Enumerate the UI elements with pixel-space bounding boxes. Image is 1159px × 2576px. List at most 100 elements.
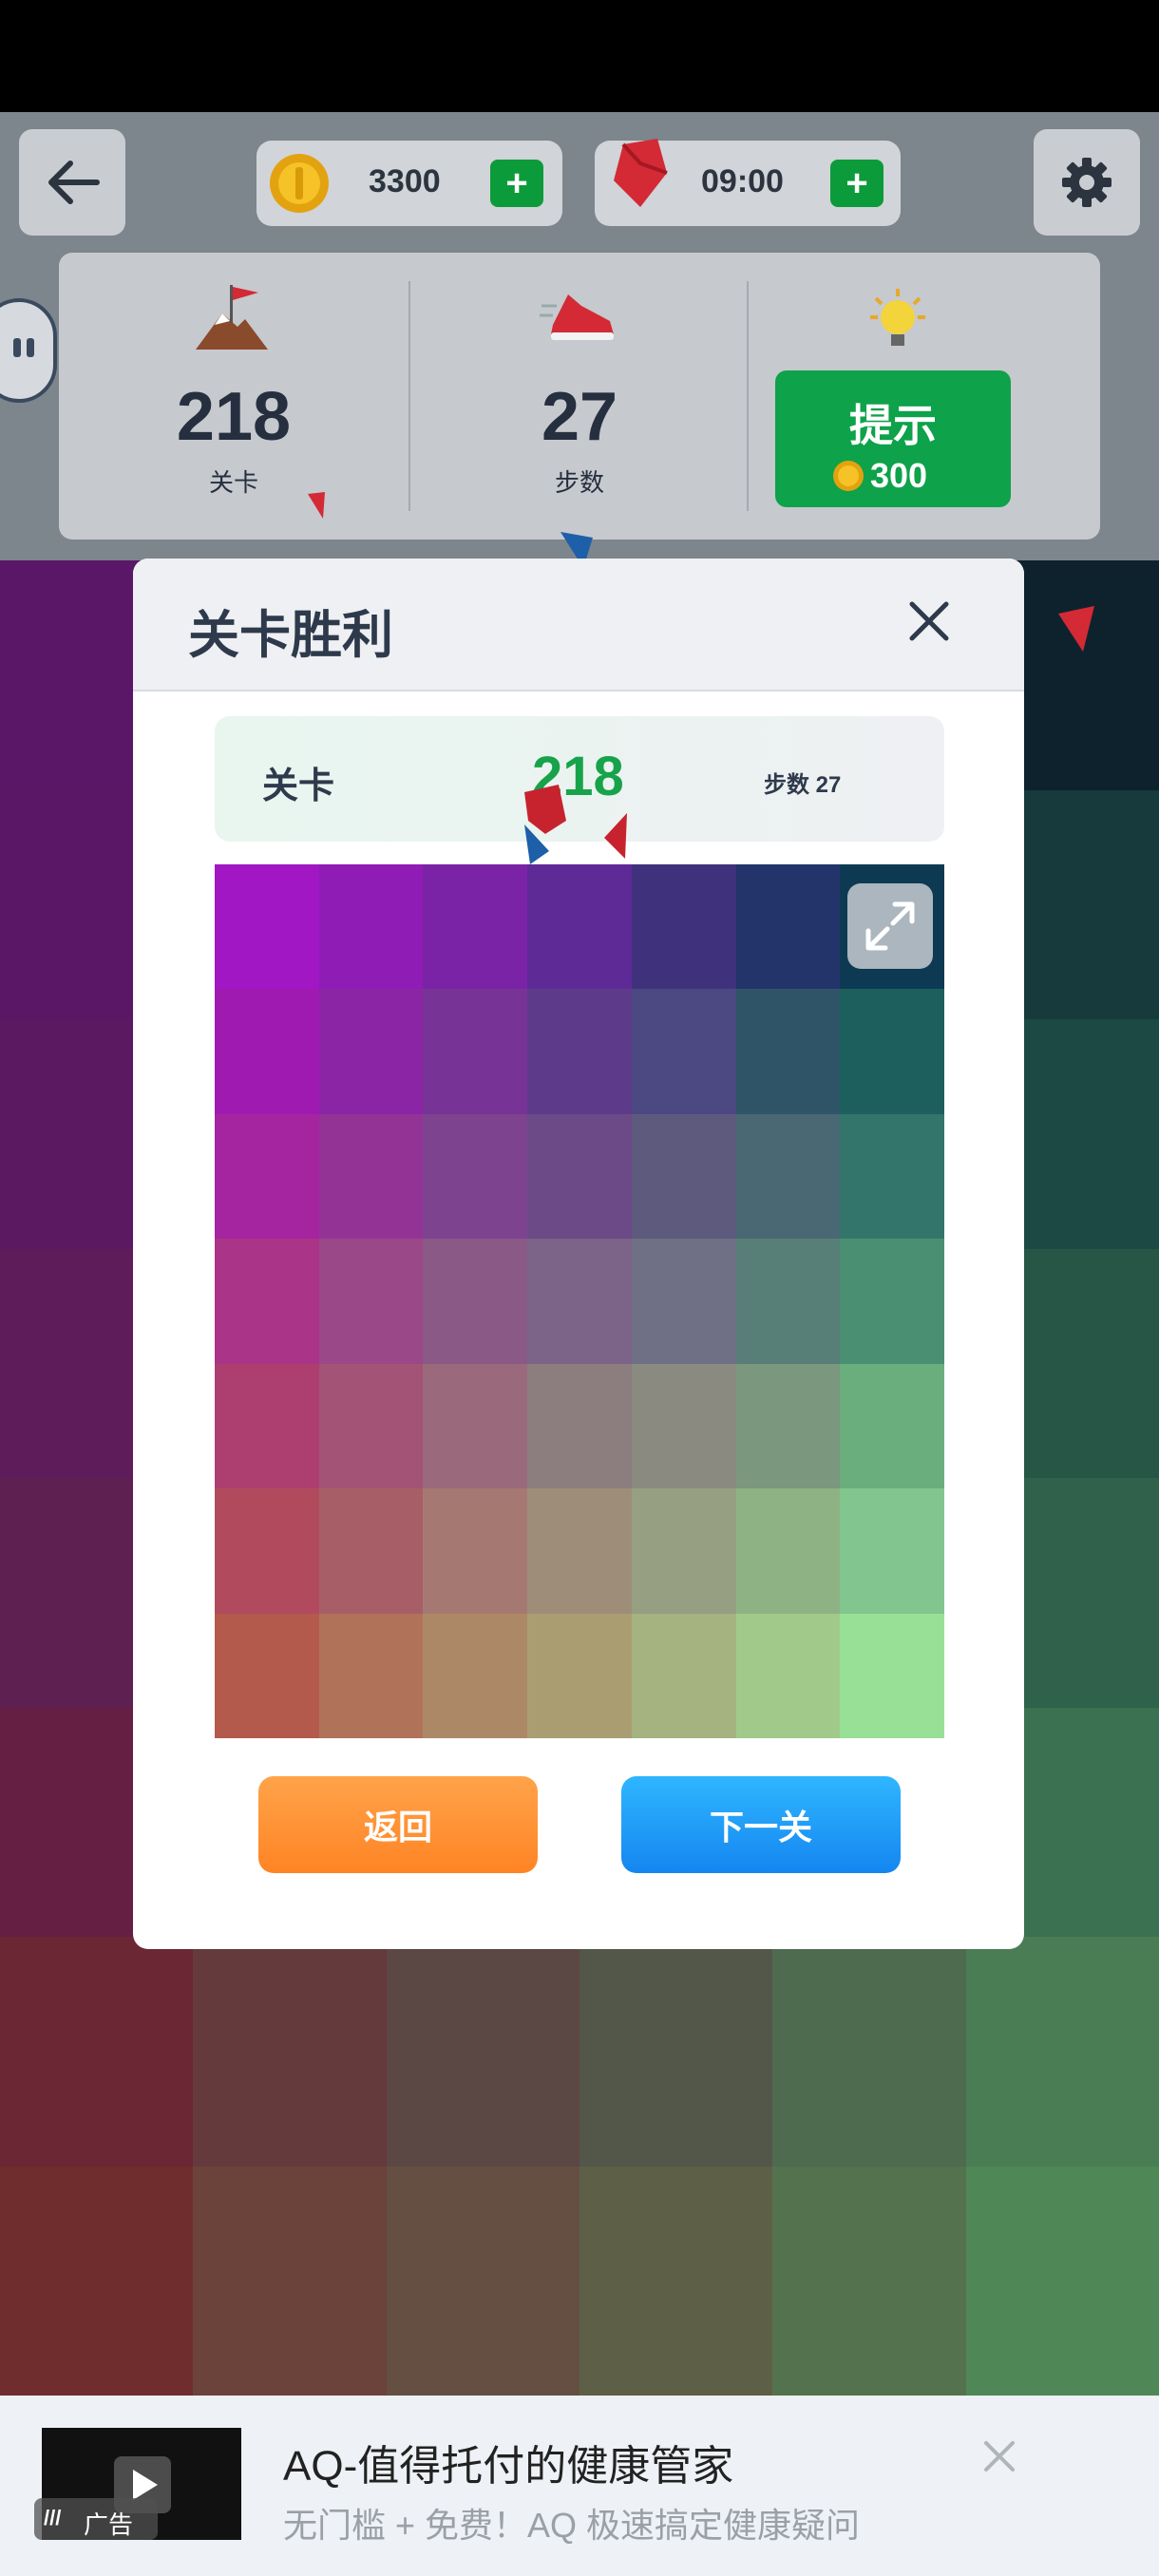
color-tile [527,989,632,1114]
close-button[interactable] [899,591,960,652]
close-icon [984,2441,1015,2472]
stats-panel: 218 关卡 27 步数 提示 300 [59,253,1100,540]
back-to-menu-button[interactable]: 返回 [258,1776,538,1873]
board-tile [965,1937,1159,2167]
color-tile [735,1239,841,1364]
color-tile [318,1113,424,1240]
color-tile [735,1488,841,1614]
color-tile [735,1613,841,1738]
board-tile [579,2166,773,2396]
board-tile [386,1937,580,2167]
color-tile [318,989,424,1114]
board-tile [193,1937,387,2167]
board-tile [579,1937,773,2167]
color-tile [318,1488,424,1614]
hint-label: 提示 [849,401,937,450]
color-tile [840,989,944,1114]
steps-stat: 27 步数 [410,253,749,540]
level-stat: 218 关卡 [59,253,408,540]
color-tile [318,1613,424,1738]
ad-logo-icon: /// [44,2506,62,2529]
divider [747,281,749,511]
ad-badge-label: 广告 [84,2510,134,2539]
color-tile [631,864,736,990]
hint-cost: 300 [870,456,928,495]
steps-number: 27 [541,379,618,455]
color-tile [527,1488,632,1614]
hint-button[interactable]: 提示 300 [775,370,1011,507]
timer-pill: 09:00 + [595,139,901,226]
color-tile [215,989,319,1114]
color-tile [423,1363,528,1489]
color-tile [527,1363,632,1489]
ad-close-button[interactable] [978,2435,1020,2477]
level-label: 关卡 [208,468,258,497]
ad-video-thumbnail[interactable]: /// 广告 [34,2428,241,2540]
lightbulb-icon [870,289,925,346]
coin-count: 3300 [369,163,441,199]
ad-subtitle: 无门槛 + 免费！AQ 极速搞定健康疑问 [283,2506,861,2545]
steps-label: 步数 [554,468,604,497]
coin-icon [833,461,864,491]
status-bar [0,0,1159,112]
color-tile [735,864,841,990]
color-tile [423,1613,528,1738]
dialog-header: 关卡胜利 [133,559,1024,691]
coins-pill: 3300 + [256,141,562,226]
victory-dialog: 关卡胜利 关卡 218 步数 27 返回 下一关 [133,559,1024,1949]
color-tile [527,1239,632,1364]
pause-bar-icon [13,338,21,357]
color-tile [318,864,424,990]
color-tile [840,1488,944,1614]
add-coins-button[interactable]: + [490,160,543,207]
ad-banner[interactable]: /// 广告 AQ-值得托付的健康管家 无门槛 + 免费！AQ 极速搞定健康疑问 [0,2396,1159,2576]
confetti-icon [308,492,325,519]
back-button[interactable] [19,129,125,236]
color-tile [423,864,528,990]
color-tile [215,1488,319,1614]
board-tile [772,1937,966,2167]
color-tile [631,1113,736,1240]
color-tile [840,1363,944,1489]
arrow-left-icon [48,161,100,204]
mountain-flag-icon [196,285,268,350]
board-tile [193,2166,387,2396]
close-icon [909,601,949,641]
add-time-button[interactable]: + [830,160,884,207]
summary-steps: 步数 27 [764,772,842,798]
color-tile [840,1113,944,1240]
gear-icon [1062,158,1112,207]
level-number: 218 [176,379,292,455]
color-tile [423,989,528,1114]
settings-button[interactable] [1034,129,1140,236]
color-tile [527,864,632,990]
pause-bar-icon [27,338,34,357]
board-tile [0,2166,194,2396]
color-tile [215,1613,319,1738]
color-tile [631,989,736,1114]
color-tile [423,1488,528,1614]
board-tile [386,2166,580,2396]
next-level-button[interactable]: 下一关 [621,1776,901,1873]
color-tile [840,1613,944,1738]
color-tile [318,1363,424,1489]
summary-level-label: 关卡 [262,767,335,806]
color-tile [318,1239,424,1364]
board-tile [0,1937,194,2167]
board-tile [965,2166,1159,2396]
expand-button[interactable] [847,883,933,969]
color-tile [840,1239,944,1364]
confetti-icon [604,813,627,859]
red-gem-icon [614,139,668,207]
color-tile [215,1113,319,1240]
dialog-title: 关卡胜利 [188,607,393,664]
color-tile [527,1113,632,1240]
color-tile [527,1613,632,1738]
ad-title[interactable]: AQ-值得托付的健康管家 [283,2432,733,2492]
ad-badge: /// 广告 [34,2498,158,2540]
side-float-button[interactable] [0,298,57,403]
color-tile [215,1239,319,1364]
shoe-icon [540,294,614,340]
coin-icon [270,154,329,213]
level-summary-card: 关卡 218 步数 27 [215,716,944,842]
